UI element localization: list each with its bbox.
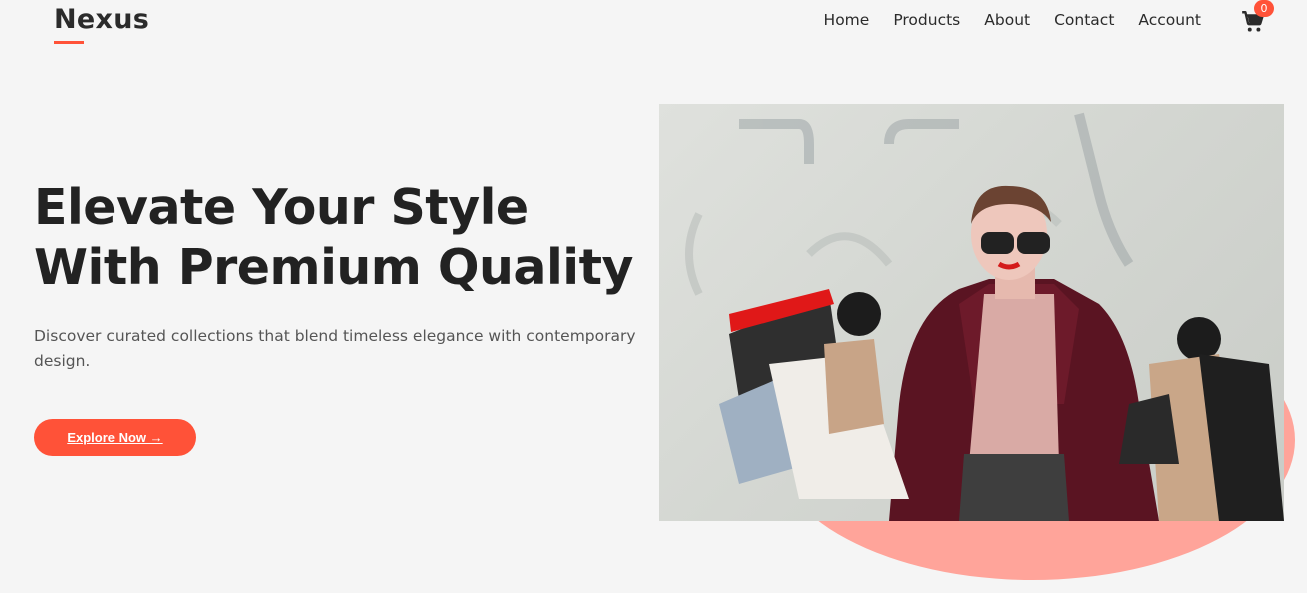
cart-count-badge: 0 [1254, 0, 1274, 17]
hero-title-line-2: With Premium Quality [34, 239, 633, 296]
nav-products[interactable]: Products [893, 11, 960, 29]
logo-underline [54, 41, 84, 44]
nav-contact[interactable]: Contact [1054, 11, 1114, 29]
hero-subtitle: Discover curated collections that blend … [34, 327, 636, 370]
nav-account[interactable]: Account [1138, 11, 1201, 29]
nav-about[interactable]: About [984, 11, 1030, 29]
logo[interactable]: Nexus [54, 4, 149, 35]
hero-image [659, 104, 1284, 521]
main-nav: Home Products About Contact Account [824, 11, 1201, 29]
hero-title: Elevate Your Style With Premium Quality [34, 178, 674, 298]
explore-now-button[interactable]: Explore Now → [34, 419, 196, 456]
nav-home[interactable]: Home [824, 11, 870, 29]
hero-title-line-1: Elevate Your Style [34, 179, 529, 236]
